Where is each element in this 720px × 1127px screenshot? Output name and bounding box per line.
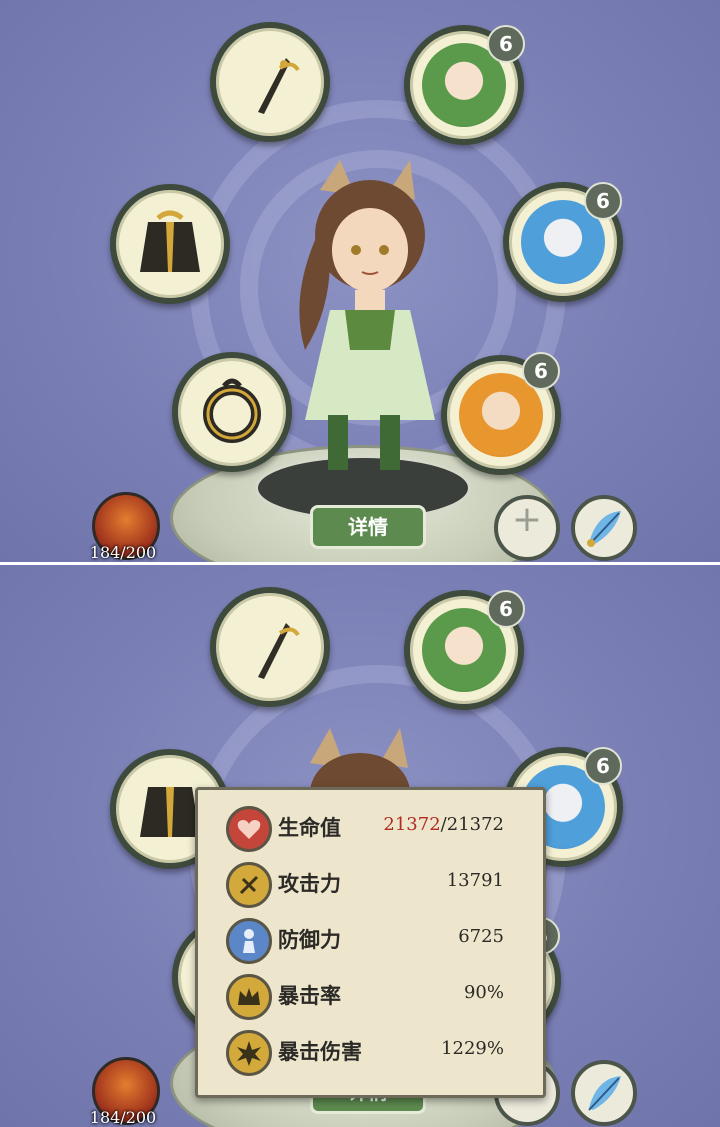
level-badge: 6	[487, 25, 525, 63]
stat-value: 13791	[446, 870, 504, 891]
stat-value: 6725	[458, 926, 504, 947]
stat-label: 攻击力	[278, 871, 341, 896]
stat-row-hp: 生命值 21372/21372	[226, 804, 536, 852]
level-badge: 6	[584, 747, 622, 785]
stat-value: 90%	[463, 982, 504, 1003]
stats-popup: 生命值 21372/21372 攻击力 13791 防御力 6725 暴击率 9…	[195, 787, 546, 1098]
item-button[interactable]	[571, 1060, 637, 1126]
stat-label: 生命值	[278, 815, 341, 840]
stat-label: 防御力	[278, 927, 341, 952]
details-button[interactable]: 详情	[310, 505, 426, 549]
feather-icon	[588, 1076, 621, 1111]
sword-emblem-icon	[226, 862, 272, 908]
weapon-slot[interactable]	[210, 22, 330, 142]
armor-slot[interactable]	[110, 184, 230, 304]
stat-row-crit-rate: 暴击率 90%	[226, 972, 536, 1020]
level-badge: 6	[584, 182, 622, 220]
person-shield-icon	[226, 918, 272, 964]
equipment-panel-bottom: 6 6 6 详情 + 184/200 生命值 21372/21372 攻	[0, 565, 720, 1127]
stat-label: 暴击率	[278, 983, 341, 1008]
stat-row-crit-damage: 暴击伤害 1229%	[226, 1028, 536, 1076]
robe-icon	[128, 202, 212, 286]
level-badge: 6	[487, 590, 525, 628]
accessory-slot[interactable]	[172, 352, 292, 472]
ring-icon	[190, 370, 274, 454]
sword-icon	[228, 605, 312, 689]
stamina-count: 184/200	[89, 543, 157, 562]
burst-icon	[226, 1030, 272, 1076]
crown-icon	[226, 974, 272, 1020]
stamina-count: 184/200	[89, 1108, 157, 1127]
stat-value: 21372/21372	[383, 814, 504, 835]
item-button[interactable]	[571, 495, 637, 561]
equipment-panel-top: 6 6 6 详情 + 184/200	[0, 0, 720, 562]
plus-icon: +	[511, 499, 543, 540]
add-button[interactable]: +	[494, 495, 560, 561]
stat-label: 暴击伤害	[278, 1039, 362, 1064]
weapon-slot[interactable]	[210, 587, 330, 707]
hero-character[interactable]	[270, 150, 460, 480]
level-badge: 6	[522, 352, 560, 390]
heart-icon	[226, 806, 272, 852]
stat-row-attack: 攻击力 13791	[226, 860, 536, 908]
stat-value: 1229%	[441, 1038, 504, 1059]
sword-icon	[228, 40, 312, 124]
feather-icon	[587, 511, 621, 547]
stat-row-defense: 防御力 6725	[226, 916, 536, 964]
stat-max-value: /21372	[440, 814, 504, 835]
stat-current-value: 21372	[383, 814, 441, 835]
